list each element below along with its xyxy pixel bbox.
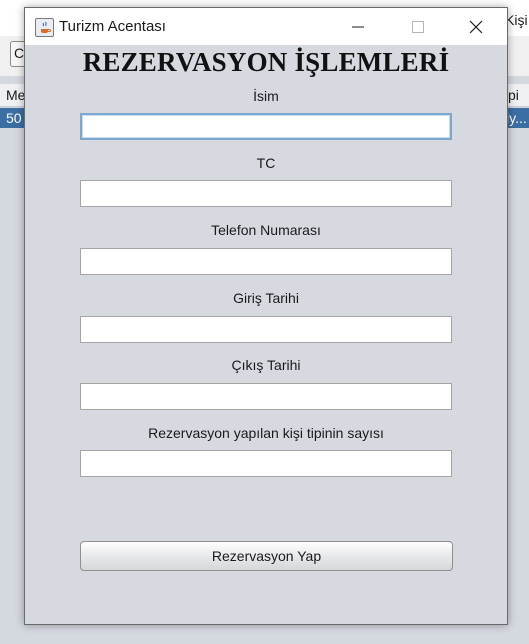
phone-input[interactable] xyxy=(80,248,452,275)
background-combo-text: C xyxy=(14,45,25,61)
background-header-right: pi xyxy=(508,87,519,103)
name-label: İsim xyxy=(253,88,279,104)
checkout-date-label: Çıkış Tarihi xyxy=(231,357,301,373)
tc-label: TC xyxy=(256,155,276,171)
phone-label: Telefon Numarası xyxy=(211,222,321,238)
java-app-icon xyxy=(35,18,54,37)
background-top-right-label: Kişi xyxy=(505,12,528,28)
close-button[interactable] xyxy=(453,8,499,45)
title-bar[interactable]: Turizm Acentası xyxy=(25,8,507,45)
maximize-button[interactable] xyxy=(395,8,441,45)
checkout-date-input[interactable] xyxy=(80,383,452,410)
checkin-date-input[interactable] xyxy=(80,316,452,343)
background-row-right: iy... xyxy=(506,110,527,126)
guest-count-label: Rezervasyon yapılan kişi tipinin sayısı xyxy=(148,425,384,441)
reservation-dialog: Turizm Acentası REZERVASYON İŞLEMLERİ İs… xyxy=(24,7,508,625)
background-row-left: 50 xyxy=(6,110,22,126)
window-title: Turizm Acentası xyxy=(59,18,166,35)
tc-input[interactable] xyxy=(80,180,452,207)
form-heading: REZERVASYON İŞLEMLERİ xyxy=(82,47,450,77)
background-header-left: Me xyxy=(6,87,26,103)
name-input[interactable] xyxy=(80,113,452,140)
maximize-icon xyxy=(412,20,424,33)
checkin-date-label: Giriş Tarihi xyxy=(233,290,299,306)
make-reservation-button[interactable]: Rezervasyon Yap xyxy=(80,541,453,571)
guest-count-input[interactable] xyxy=(80,450,452,477)
minimize-icon xyxy=(352,26,364,27)
minimize-button[interactable] xyxy=(335,8,381,45)
close-icon xyxy=(469,20,483,33)
